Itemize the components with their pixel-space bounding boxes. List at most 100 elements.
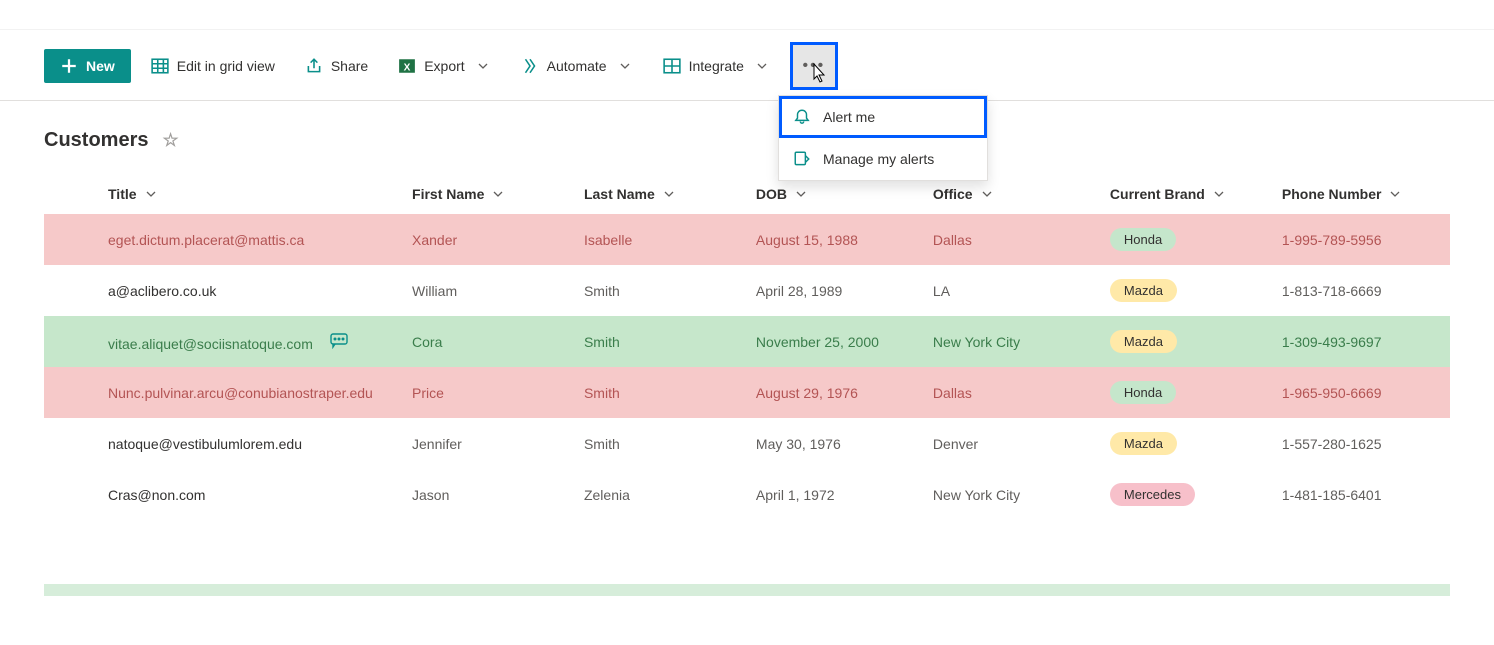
cell-last: Smith [570,418,742,469]
cell-title[interactable]: eget.dictum.placerat@mattis.ca [44,214,398,265]
manage-alerts-icon [793,150,811,168]
integrate-icon [663,57,681,75]
table-row[interactable]: Cras@non.com JasonZeleniaApril 1, 1972New… [44,469,1450,520]
cell-first: Jason [398,469,570,520]
svg-text:X: X [404,63,411,74]
brand-chip: Mazda [1110,330,1177,353]
integrate-label: Integrate [689,58,744,74]
brand-chip: Honda [1110,381,1176,404]
new-button[interactable]: New [44,49,131,83]
integrate-button[interactable]: Integrate [653,51,780,81]
table-row[interactable]: a@aclibero.co.ukWilliamSmithApril 28, 19… [44,265,1450,316]
cell-dob: April 1, 1972 [742,469,919,520]
cell-brand: Mazda [1096,418,1268,469]
cell-dob: August 15, 1988 [742,214,919,265]
cell-brand: Honda [1096,214,1268,265]
export-button[interactable]: X Export [388,51,500,81]
col-last[interactable]: Last Name [570,174,742,214]
cell-office: Denver [919,418,1096,469]
automate-label: Automate [547,58,607,74]
table-row[interactable]: Nunc.pulvinar.arcu@conubianostraper.edu P… [44,367,1450,418]
share-icon [305,57,323,75]
table-row[interactable]: vitae.aliquet@sociisnatoque.comCoraSmith… [44,316,1450,367]
brand-chip: Mazda [1110,432,1177,455]
page-content: Customers ☆ Title First Name Last Name D… [0,101,1494,520]
cell-office: New York City [919,316,1096,367]
plus-icon [60,57,78,75]
cell-title[interactable]: Nunc.pulvinar.arcu@conubianostraper.edu [44,367,398,418]
cell-brand: Mercedes [1096,469,1268,520]
cell-dob: April 28, 1989 [742,265,919,316]
col-phone[interactable]: Phone Number [1268,174,1450,214]
manage-alerts-item[interactable]: Manage my alerts [779,138,987,180]
list-title: Customers [44,129,148,152]
chevron-down-icon [615,57,633,75]
excel-icon: X [398,57,416,75]
cell-office: New York City [919,469,1096,520]
col-brand[interactable]: Current Brand [1096,174,1268,214]
title-text: eget.dictum.placerat@mattis.ca [108,232,304,248]
cell-brand: Honda [1096,367,1268,418]
cell-last: Zelenia [570,469,742,520]
header-row: Title First Name Last Name DOB Office Cu… [44,174,1450,214]
favorite-star-icon[interactable]: ☆ [162,130,178,151]
manage-alerts-label: Manage my alerts [823,151,934,167]
cell-dob: November 25, 2000 [742,316,919,367]
list-title-row: Customers ☆ [44,129,1450,152]
cell-office: LA [919,265,1096,316]
cell-brand: Mazda [1096,265,1268,316]
cell-first: William [398,265,570,316]
alert-me-label: Alert me [823,109,875,125]
cell-dob: August 29, 1976 [742,367,919,418]
chevron-down-icon [663,188,675,200]
chevron-down-icon [1389,188,1401,200]
more-actions-menu: Alert me Manage my alerts [778,95,988,181]
cell-first: Jennifer [398,418,570,469]
cell-title[interactable]: Cras@non.com [44,469,398,520]
table-row[interactable]: natoque@vestibulumlorem.edu JenniferSmith… [44,418,1450,469]
table-row[interactable]: eget.dictum.placerat@mattis.ca XanderIsab… [44,214,1450,265]
col-title[interactable]: Title [44,174,398,214]
chevron-down-icon [752,57,770,75]
alert-me-item[interactable]: Alert me [779,96,987,138]
export-label: Export [424,58,464,74]
cell-last: Smith [570,367,742,418]
automate-button[interactable]: Automate [511,51,643,81]
chevron-down-icon [473,57,491,75]
cell-office: Dallas [919,367,1096,418]
edit-grid-label: Edit in grid view [177,58,275,74]
brand-chip: Honda [1110,228,1176,251]
chevron-down-icon [981,188,993,200]
cell-phone: 1-309-493-9697 [1268,316,1450,367]
brand-chip: Mazda [1110,279,1177,302]
cell-first: Price [398,367,570,418]
new-button-label: New [86,58,115,74]
title-text: vitae.aliquet@sociisnatoque.com [108,336,313,352]
cell-title[interactable]: vitae.aliquet@sociisnatoque.com [44,316,398,367]
comment-icon[interactable] [327,331,351,351]
bottom-green-bar [44,584,1450,596]
title-text: Nunc.pulvinar.arcu@conubianostraper.edu [108,385,373,401]
title-text: Cras@non.com [108,487,205,503]
brand-chip: Mercedes [1110,483,1195,506]
title-text: natoque@vestibulumlorem.edu [108,436,302,452]
cell-phone: 1-995-789-5956 [1268,214,1450,265]
cell-phone: 1-557-280-1625 [1268,418,1450,469]
table-body: eget.dictum.placerat@mattis.ca XanderIsab… [44,214,1450,520]
cell-title[interactable]: natoque@vestibulumlorem.edu [44,418,398,469]
cell-first: Xander [398,214,570,265]
cell-last: Isabelle [570,214,742,265]
chevron-down-icon [492,188,504,200]
more-actions-button[interactable]: ••• [790,42,838,90]
share-label: Share [331,58,368,74]
edit-grid-button[interactable]: Edit in grid view [141,51,285,81]
cell-office: Dallas [919,214,1096,265]
cell-phone: 1-481-185-6401 [1268,469,1450,520]
share-button[interactable]: Share [295,51,378,81]
cursor-icon [809,63,829,87]
top-spacer [0,0,1494,30]
chevron-down-icon [795,188,807,200]
title-text: a@aclibero.co.uk [108,283,216,299]
col-first[interactable]: First Name [398,174,570,214]
cell-title[interactable]: a@aclibero.co.uk [44,265,398,316]
